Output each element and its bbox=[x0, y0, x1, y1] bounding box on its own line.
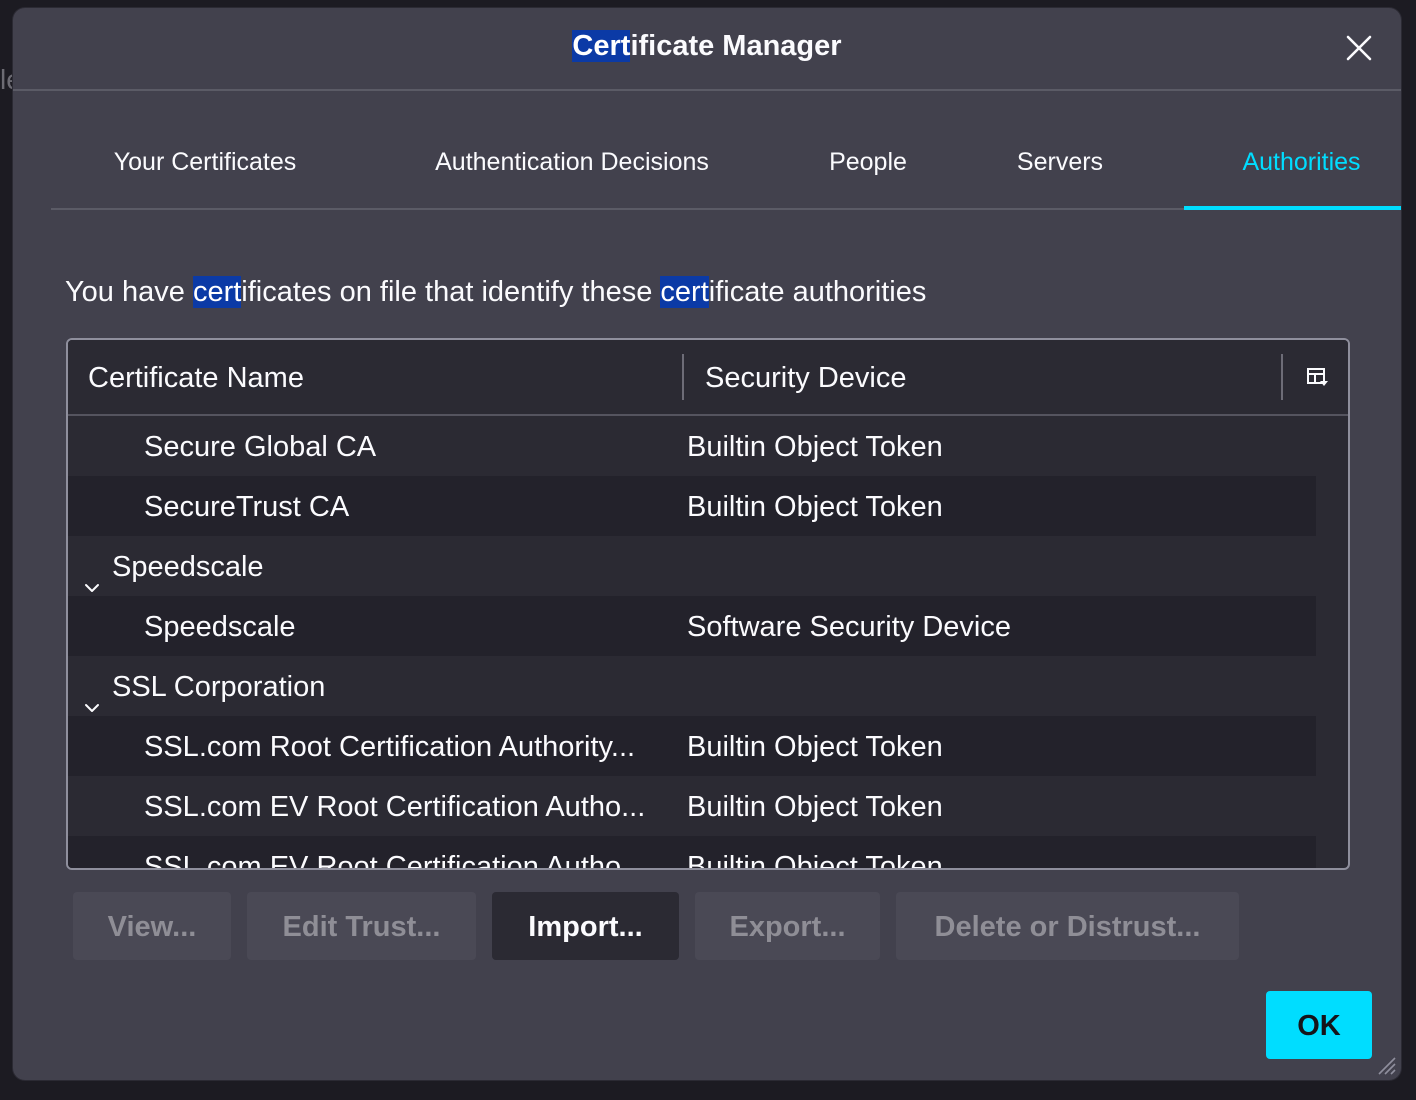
security-device-cell: Builtin Object Token bbox=[687, 491, 943, 523]
tree-row[interactable]: SSL.com EV Root Certification Autho... B… bbox=[68, 776, 1316, 836]
find-highlight: cert bbox=[660, 276, 709, 308]
description-text: You have bbox=[65, 276, 193, 308]
certificate-name-cell: Secure Global CA bbox=[144, 431, 377, 463]
tree-header: Certificate Name Security Device bbox=[68, 340, 1348, 416]
column-header-certificate-name[interactable]: Certificate Name bbox=[88, 340, 678, 414]
description-text: ificate authorities bbox=[708, 276, 927, 308]
ok-button[interactable]: OK bbox=[1266, 991, 1372, 1059]
tree-row[interactable]: SSL.com EV Root Certification Autho... B… bbox=[68, 836, 1316, 868]
tree-row[interactable]: Secure Global CA Builtin Object Token bbox=[68, 416, 1316, 476]
security-device-cell: Builtin Object Token bbox=[687, 791, 943, 823]
tab-bar: Your Certificates Authentication Decisio… bbox=[51, 130, 1401, 210]
tree-row[interactable]: Speedscale Software Security Device bbox=[68, 596, 1316, 656]
certificate-manager-dialog: Certificate Manager Your Certificates Au… bbox=[13, 8, 1401, 1080]
edit-trust-button[interactable]: Edit Trust... bbox=[247, 892, 476, 960]
tab-your-certificates[interactable]: Your Certificates bbox=[61, 130, 349, 208]
tab-authentication-decisions[interactable]: Authentication Decisions bbox=[393, 130, 751, 208]
tree-row[interactable]: SecureTrust CA Builtin Object Token bbox=[68, 476, 1316, 536]
find-highlight: Cert bbox=[572, 30, 631, 62]
certificate-tree[interactable]: Certificate Name Security Device Secure … bbox=[66, 338, 1350, 870]
description-text: ificates on file that identify these bbox=[241, 276, 661, 308]
column-splitter[interactable] bbox=[682, 354, 684, 400]
close-icon bbox=[1346, 35, 1372, 61]
group-name-cell: SSL Corporation bbox=[112, 671, 326, 703]
security-device-cell: Builtin Object Token bbox=[687, 731, 943, 763]
resize-grip-icon bbox=[1378, 1057, 1396, 1075]
certificate-name-cell: SSL.com EV Root Certification Autho... bbox=[144, 851, 646, 868]
dialog-title-text: ificate Manager bbox=[630, 30, 842, 62]
certificate-name-cell: SSL.com Root Certification Authority... bbox=[144, 731, 636, 763]
tree-body: Secure Global CA Builtin Object Token Se… bbox=[68, 416, 1316, 868]
group-name-cell: Speedscale bbox=[112, 551, 264, 583]
chevron-down-icon[interactable] bbox=[82, 558, 102, 592]
column-header-security-device[interactable]: Security Device bbox=[705, 340, 1275, 414]
export-button[interactable]: Export... bbox=[695, 892, 880, 960]
chevron-down-icon[interactable] bbox=[82, 678, 102, 712]
tree-row[interactable]: SSL.com Root Certification Authority... … bbox=[68, 716, 1316, 776]
title-bar: Certificate Manager bbox=[13, 8, 1401, 91]
certificate-name-cell: SecureTrust CA bbox=[144, 491, 350, 523]
security-device-cell: Builtin Object Token bbox=[687, 851, 943, 868]
tab-authorities[interactable]: Authorities bbox=[1184, 130, 1401, 210]
certificate-name-cell: SSL.com EV Root Certification Autho... bbox=[144, 791, 646, 823]
security-device-cell: Software Security Device bbox=[687, 611, 1011, 643]
certificate-name-cell: Speedscale bbox=[144, 611, 296, 643]
dialog-title: Certificate Manager bbox=[13, 30, 1401, 63]
background-window-edge: le bbox=[0, 64, 14, 95]
import-button[interactable]: Import... bbox=[492, 892, 679, 960]
authorities-description: You have certificates on file that ident… bbox=[65, 276, 926, 309]
security-device-cell: Builtin Object Token bbox=[687, 431, 943, 463]
tree-group-row[interactable]: SSL Corporation bbox=[68, 656, 1316, 716]
view-button[interactable]: View... bbox=[73, 892, 231, 960]
delete-or-distrust-button[interactable]: Delete or Distrust... bbox=[896, 892, 1239, 960]
close-button[interactable] bbox=[1343, 32, 1375, 64]
column-picker-icon bbox=[1307, 368, 1328, 386]
tab-people[interactable]: People bbox=[801, 130, 935, 208]
column-picker-button[interactable] bbox=[1306, 366, 1330, 390]
tree-group-row[interactable]: Speedscale bbox=[68, 536, 1316, 596]
column-splitter[interactable] bbox=[1281, 354, 1283, 400]
find-highlight: cert bbox=[192, 276, 242, 308]
resize-grip[interactable] bbox=[1373, 1052, 1397, 1076]
tab-servers[interactable]: Servers bbox=[986, 130, 1134, 208]
